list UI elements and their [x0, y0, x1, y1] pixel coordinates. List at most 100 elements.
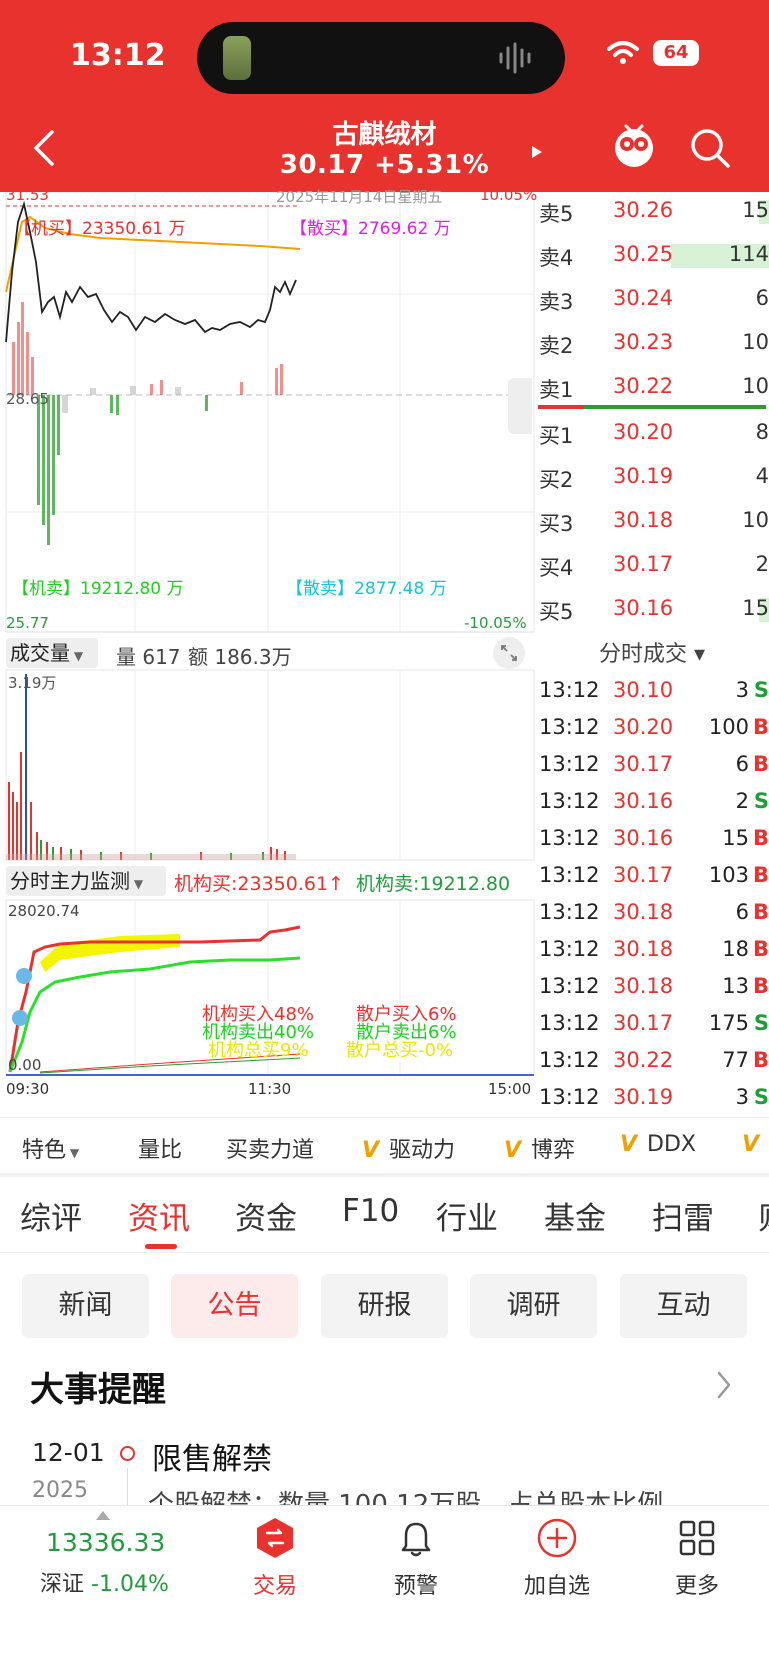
tab-fund[interactable]: 基金: [544, 1193, 606, 1238]
index-name-change[interactable]: 深证 -1.04%: [40, 1566, 169, 1598]
ask-volume: 114: [728, 242, 769, 266]
fullscreen-icon[interactable]: [492, 636, 526, 670]
indicator-special-label: 特色: [22, 1138, 67, 1163]
tick-volume: 77: [722, 1048, 749, 1072]
volume-value: 量 617: [116, 645, 181, 669]
indicator-more[interactable]: V: [742, 1132, 769, 1157]
tick-volume: 103: [708, 863, 749, 887]
ask-row-2[interactable]: 卖2 30.23 10: [535, 324, 769, 362]
event-name[interactable]: 限售解禁: [152, 1434, 272, 1478]
event-year: 2025: [32, 1478, 88, 1503]
indicator-volume-ratio[interactable]: 量比: [138, 1132, 182, 1164]
tick-side: S: [753, 1011, 769, 1035]
subtab-surveys[interactable]: 调研: [470, 1274, 597, 1338]
v-badge-icon: V: [362, 1138, 380, 1163]
bid-label: 买5: [539, 600, 574, 624]
tick-row: 13:12 30.20 100 B: [535, 711, 769, 748]
bid-row-3[interactable]: 买3 30.18 10: [535, 502, 769, 540]
tab-news[interactable]: 资讯: [128, 1193, 190, 1238]
chevron-right-icon[interactable]: [716, 1370, 732, 1400]
bid-label: 买2: [539, 468, 574, 492]
tick-price: 30.19: [613, 1085, 674, 1109]
tick-row: 13:12 30.17 6 B: [535, 748, 769, 785]
ask-row-5[interactable]: 卖5 30.26 15: [535, 192, 769, 230]
tick-price: 30.18: [613, 900, 674, 924]
tick-volume: 100: [708, 715, 749, 739]
caret-down-icon: ▼: [66, 1146, 80, 1160]
indicator-game-label: 博弈: [531, 1138, 576, 1163]
index-value[interactable]: 13336.33: [46, 1528, 165, 1557]
tab-industry[interactable]: 行业: [436, 1193, 498, 1238]
active-tab-indicator: [145, 1244, 177, 1249]
tick-side: S: [753, 789, 769, 813]
tick-price: 30.16: [613, 826, 674, 850]
bid-price: 30.17: [613, 552, 674, 576]
tick-price: 30.20: [613, 715, 674, 739]
v-badge-icon: V: [742, 1132, 760, 1157]
bid-volume: 2: [755, 552, 769, 576]
indicator-ddx[interactable]: V DDX: [620, 1132, 696, 1157]
indicator-game[interactable]: V 博弈: [504, 1132, 575, 1164]
section-divider: [0, 1173, 769, 1177]
tick-row: 13:12 30.10 3 S: [535, 674, 769, 711]
bid-label: 买1: [539, 424, 574, 448]
time-axis-mid: 11:30: [248, 1080, 292, 1098]
nav-more[interactable]: 更多: [642, 1516, 752, 1600]
nav-add-watchlist[interactable]: 加自选: [502, 1516, 612, 1600]
v-badge-icon: V: [620, 1132, 638, 1157]
volume-selector[interactable]: 成交量 ▼: [6, 638, 98, 668]
indicator-ddx-label: DDX: [647, 1132, 696, 1157]
tab-overview[interactable]: 综评: [20, 1193, 82, 1238]
inst-buy-label: 【机买】23350.61 万: [14, 219, 186, 239]
timeline-dot-icon: [120, 1446, 135, 1461]
v-badge-icon: V: [504, 1138, 522, 1163]
tick-volume: 13: [722, 974, 749, 998]
bid-row-5[interactable]: 买5 30.16 15: [535, 590, 769, 628]
caret-up-icon[interactable]: [96, 1511, 110, 1520]
ticks-title[interactable]: 分时成交 ▾: [535, 636, 769, 668]
tab-funds[interactable]: 资金: [235, 1193, 297, 1238]
tick-volume: 175: [708, 1011, 749, 1035]
ask-row-4[interactable]: 卖4 30.25 114: [535, 236, 769, 274]
nav-trade[interactable]: 交易: [220, 1516, 330, 1600]
indicator-strip: 特色 ▼ 量比 买卖力道 V 驱动力 V 博弈 V DDX V: [0, 1117, 769, 1173]
indicator-buy-sell-force[interactable]: 买卖力道: [226, 1132, 314, 1164]
subtab-news[interactable]: 新闻: [22, 1274, 149, 1338]
tab-risk-scan[interactable]: 扫雷: [652, 1193, 714, 1238]
bid-label: 买3: [539, 512, 574, 536]
tick-volume: 3: [735, 1085, 749, 1109]
tick-volume: 3: [735, 678, 749, 702]
main-force-selector-label: 分时主力监测: [10, 869, 130, 893]
subtab-research[interactable]: 研报: [321, 1274, 448, 1338]
tick-time: 13:12: [539, 974, 600, 998]
tick-side: B: [752, 826, 769, 850]
nav-alert[interactable]: 预警: [361, 1516, 471, 1600]
high-pct-label: 10.05%: [480, 186, 538, 204]
bid-row-1[interactable]: 买1 30.20 8: [535, 414, 769, 452]
next-stock-arrow-icon[interactable]: [530, 144, 544, 160]
intraday-chart-area[interactable]: 31.53 2025年11月14日星期五 10.05% 【机买】23350.61…: [0, 186, 537, 1117]
bid-price: 30.19: [613, 464, 674, 488]
tick-row: 13:12 30.17 103 B: [535, 859, 769, 896]
tab-finance[interactable]: 则: [758, 1193, 769, 1238]
subtab-announcements[interactable]: 公告: [171, 1274, 298, 1338]
tick-time: 13:12: [539, 752, 600, 776]
indicator-drive-force[interactable]: V 驱动力: [362, 1132, 455, 1164]
main-force-selector[interactable]: 分时主力监测 ▼: [6, 866, 166, 896]
tick-price: 30.18: [613, 974, 674, 998]
tab-f10[interactable]: F10: [342, 1193, 399, 1229]
subtab-interaction[interactable]: 互动: [620, 1274, 747, 1338]
ask-row-3[interactable]: 卖3 30.24 6: [535, 280, 769, 318]
dynamic-island[interactable]: [197, 22, 565, 94]
chart-date-label: 2025年11月14日星期五: [276, 188, 443, 206]
bid-row-2[interactable]: 买2 30.19 4: [535, 458, 769, 496]
indicator-special-dropdown[interactable]: 特色 ▼: [22, 1132, 79, 1164]
tick-row: 13:12 30.22 77 B: [535, 1044, 769, 1081]
mascot-icon[interactable]: [612, 122, 656, 170]
volume-max-label: 3.19万: [8, 674, 57, 692]
inst-buy-total: 机构买:23350.61↑: [174, 873, 344, 895]
expand-chart-handle[interactable]: [508, 378, 532, 434]
ask-row-1[interactable]: 卖1 30.22 10: [535, 368, 769, 406]
bid-row-4[interactable]: 买4 30.17 2: [535, 546, 769, 584]
search-icon[interactable]: [688, 126, 732, 170]
